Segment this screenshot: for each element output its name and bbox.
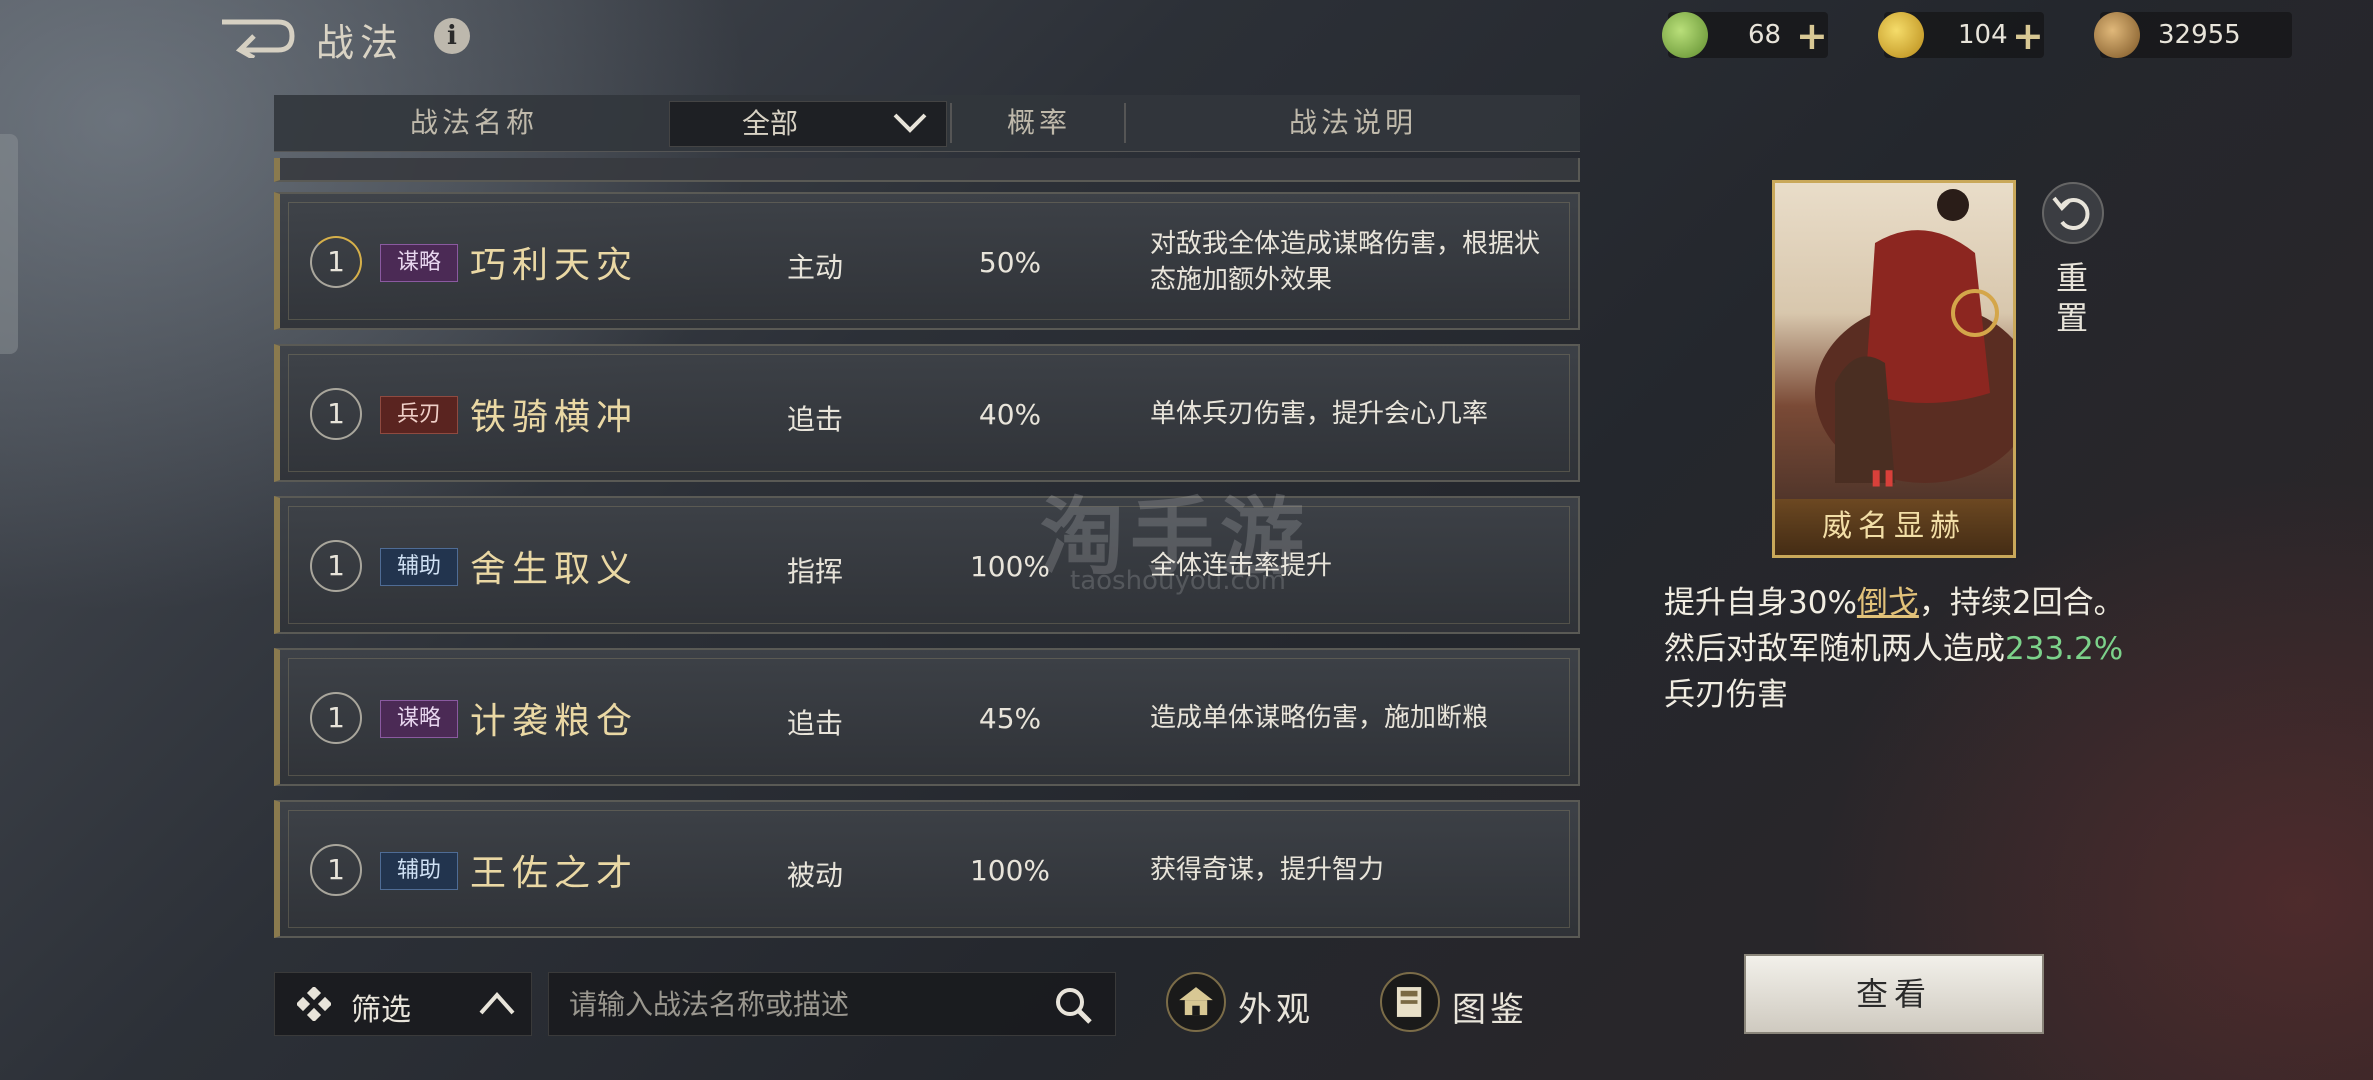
level-badge: 1 — [310, 692, 362, 744]
filter-button[interactable]: 筛选 — [274, 972, 532, 1036]
top-bar: 战法 i 68 + 104 + 32955 — [0, 0, 2373, 72]
reset-label: 重置 — [2056, 259, 2089, 337]
skill-type: 追击 — [786, 707, 843, 740]
category-filter-select[interactable]: 全部 — [669, 101, 947, 147]
category-tag: 谋略 — [380, 244, 458, 282]
skill-rate: 40% — [978, 398, 1042, 431]
catalog-button[interactable]: 图鉴 — [1380, 968, 1540, 1038]
header-divider — [950, 103, 952, 143]
search-box — [548, 972, 1116, 1036]
jade-coin-icon — [1662, 12, 1708, 58]
table-row[interactable]: 1 谋略 计袭粮仓 追击 45% 造成单体谋略伤害，施加断粮 — [274, 648, 1580, 786]
book-icon — [1380, 972, 1440, 1032]
resource-gold-value: 104 — [1958, 20, 2008, 50]
filter-label: 筛选 — [351, 993, 411, 1028]
skill-name: 巧利天灾 — [470, 245, 639, 286]
damage-value: 233.2% — [2005, 631, 2124, 667]
skill-rate: 50% — [978, 246, 1042, 279]
col-rate-header: 概率 — [1006, 106, 1071, 139]
table-row[interactable]: 1 辅助 王佐之才 被动 100% 获得奇谋，提升智力 — [274, 800, 1580, 938]
reset-button[interactable] — [2042, 182, 2104, 244]
skill-card-name: 威名显赫 — [1775, 499, 2013, 555]
view-button[interactable]: 查看 — [1744, 954, 2044, 1034]
skill-name: 铁骑横冲 — [470, 397, 639, 438]
table-row-partial — [274, 158, 1580, 182]
skill-rate: 45% — [978, 702, 1042, 735]
level-badge: 1 — [310, 236, 362, 288]
catalog-label: 图鉴 — [1452, 990, 1528, 1030]
skill-desc: 单体兵刃伤害，提升会心几率 — [1150, 399, 1489, 429]
appearance-button[interactable]: 外观 — [1166, 968, 1326, 1038]
skill-desc: 对敌我全体造成谋略伤害，根据状态施加额外效果 — [1150, 229, 1541, 295]
col-name-header: 战法名称 — [409, 106, 538, 139]
add-gold-button[interactable]: + — [2012, 14, 2044, 58]
page-title: 战法 — [316, 21, 405, 65]
level-badge: 1 — [310, 844, 362, 896]
skill-type: 主动 — [786, 251, 843, 284]
search-input[interactable] — [567, 981, 1031, 1027]
resource-copper-value: 32955 — [2158, 20, 2241, 50]
resource-gold: 104 + — [1878, 12, 2044, 58]
rotate-left-icon — [2052, 196, 2090, 230]
skill-type: 指挥 — [786, 555, 843, 588]
category-tag: 辅助 — [380, 548, 458, 586]
skill-desc: 造成单体谋略伤害，施加断粮 — [1150, 703, 1489, 733]
skill-name: 王佐之才 — [470, 853, 639, 894]
keyword-link[interactable]: 倒戈 — [1857, 585, 1919, 621]
back-arrow-icon[interactable] — [218, 14, 296, 58]
resource-jade: 68 + — [1662, 12, 1828, 58]
resource-copper: 32955 — [2094, 12, 2292, 58]
add-jade-button[interactable]: + — [1796, 14, 1828, 58]
skill-desc: 获得奇谋，提升智力 — [1150, 855, 1385, 885]
category-tag: 兵刃 — [380, 396, 458, 434]
level-badge: 1 — [310, 388, 362, 440]
filter-diamond-icon — [297, 987, 331, 1021]
side-pull-tab[interactable] — [0, 134, 18, 354]
desc-text: 兵刃伤害 — [1664, 677, 1788, 713]
category-filter-value: 全部 — [741, 107, 798, 140]
resource-jade-value: 68 — [1748, 20, 1782, 50]
desc-text: 提升自身30% — [1664, 585, 1857, 621]
skill-name: 计袭粮仓 — [470, 701, 639, 742]
table-row[interactable]: 1 谋略 巧利天灾 主动 50% 对敌我全体造成谋略伤害，根据状态施加额外效果 — [274, 192, 1580, 330]
copper-coin-icon — [2094, 12, 2140, 58]
skill-rate: 100% — [969, 854, 1051, 887]
skill-detail-description: 提升自身30%倒戈，持续2回合。然后对敌军随机两人造成233.2%兵刃伤害 — [1664, 580, 2144, 718]
skill-name: 舍生取义 — [470, 549, 639, 590]
appearance-label: 外观 — [1238, 990, 1314, 1030]
table-row[interactable]: 1 辅助 舍生取义 指挥 100% 全体连击率提升 — [274, 496, 1580, 634]
skill-card: " 威名显赫 — [1772, 180, 2016, 558]
info-icon[interactable]: i — [434, 18, 470, 54]
watermark-url: taoshouyou.com — [1070, 566, 1287, 596]
gold-coin-icon — [1878, 12, 1924, 58]
pavilion-icon — [1166, 972, 1226, 1032]
skill-type: 被动 — [786, 859, 843, 892]
table-header: 战法名称 全部 概率 战法说明 — [274, 95, 1580, 152]
skill-type: 追击 — [786, 403, 843, 436]
chevron-down-icon — [893, 113, 927, 133]
col-desc-header: 战法说明 — [1288, 106, 1417, 139]
level-badge: 1 — [310, 540, 362, 592]
chevron-up-icon — [479, 991, 515, 1015]
search-icon[interactable] — [1053, 985, 1093, 1025]
category-tag: 辅助 — [380, 852, 458, 890]
table-row[interactable]: 1 兵刃 铁骑横冲 追击 40% 单体兵刃伤害，提升会心几率 — [274, 344, 1580, 482]
category-tag: 谋略 — [380, 700, 458, 738]
